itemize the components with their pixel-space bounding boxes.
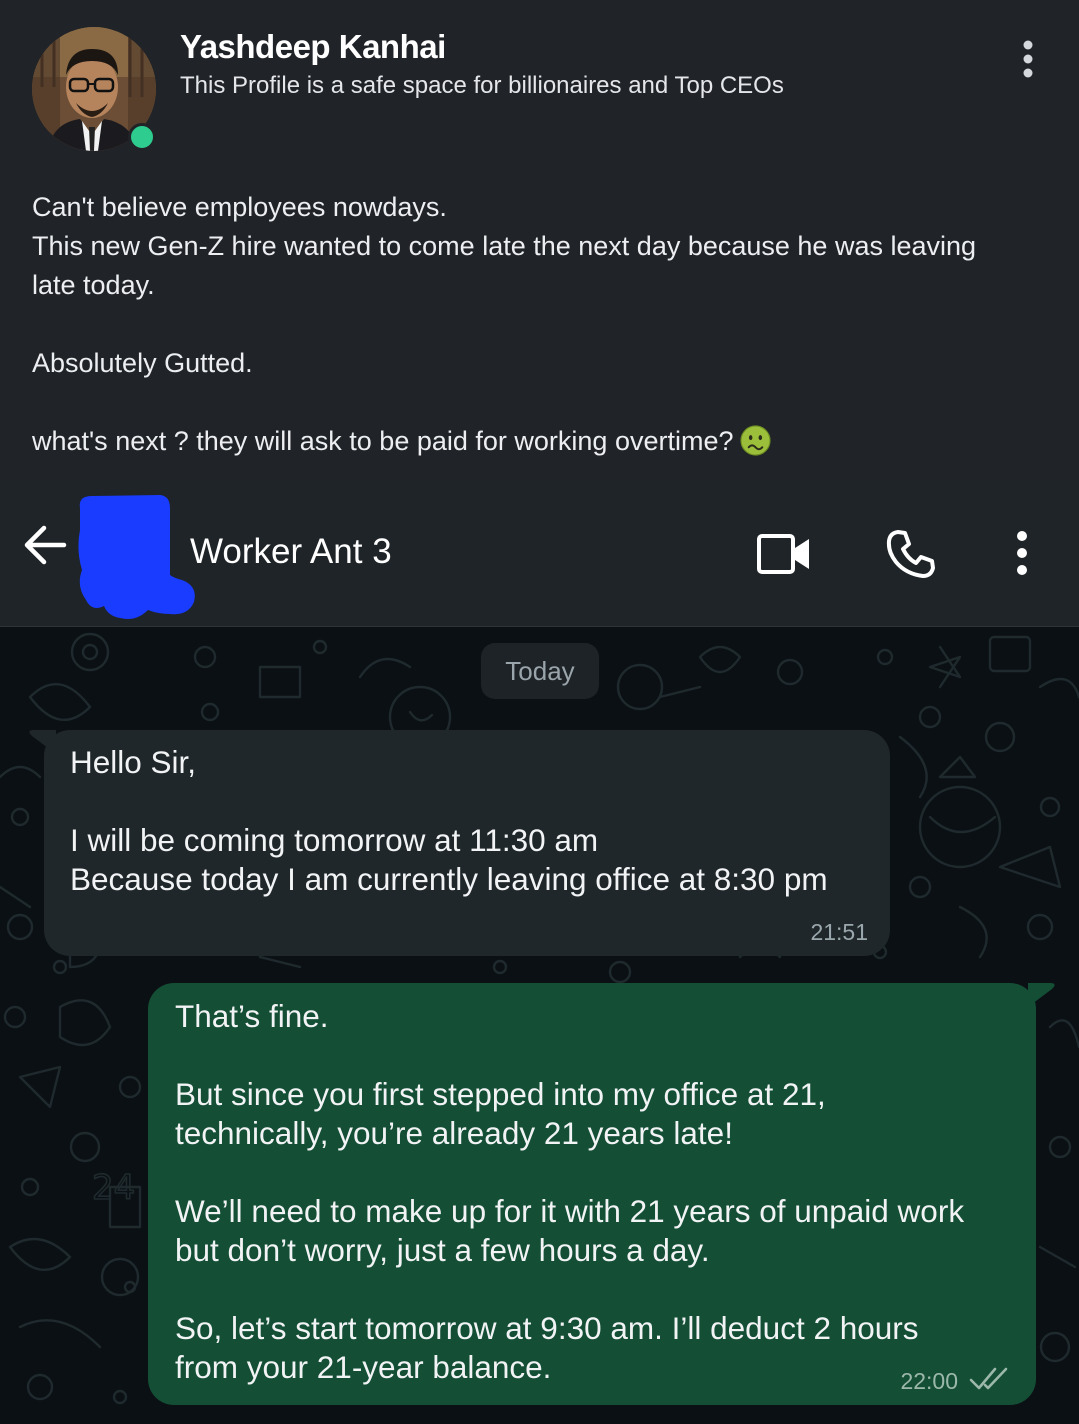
nauseated-face-emoji	[739, 425, 771, 456]
post-line: late today.	[32, 270, 155, 300]
post-more-options-button[interactable]	[1008, 38, 1048, 82]
post-line: Absolutely Gutted.	[32, 348, 253, 378]
more-vertical-icon	[1023, 40, 1033, 78]
message-line: That’s fine.	[175, 998, 329, 1034]
message-timestamp: 21:51	[810, 919, 868, 945]
video-call-button[interactable]	[755, 530, 815, 578]
message-line: from your 21-year balance.	[175, 1349, 552, 1385]
double-check-icon	[969, 1367, 1008, 1390]
message-line: We’ll need to make up for it with 21 yea…	[175, 1193, 965, 1229]
date-separator: Today	[481, 643, 599, 699]
message-line: but don’t worry, just a few hours a day.	[175, 1232, 710, 1268]
message-line: I will be coming tomorrow at 11:30 am	[70, 822, 599, 858]
back-button[interactable]	[20, 520, 70, 570]
outgoing-message[interactable]: That’s fine. But since you first stepped…	[148, 983, 1036, 1405]
svg-text:24: 24	[92, 1168, 135, 1208]
post-body: Can't believe employees nowdays. This ne…	[32, 188, 1042, 461]
redaction-scribble	[78, 495, 195, 619]
message-text: Hello Sir, I will be coming tomorrow at …	[70, 743, 828, 899]
post-line-with-emoji: what's next ? they will ask to be paid f…	[32, 422, 1042, 461]
online-status-indicator	[128, 123, 156, 151]
phone-icon	[886, 530, 935, 578]
message-line: Hello Sir,	[70, 744, 197, 780]
chat-more-options-button[interactable]	[1002, 528, 1042, 578]
author-name[interactable]: Yashdeep Kanhai	[180, 28, 446, 66]
video-call-icon	[757, 534, 809, 574]
post-line: what's next ? they will ask to be paid f…	[32, 426, 734, 456]
author-tagline: This Profile is a safe space for billion…	[180, 72, 784, 99]
social-post: Yashdeep Kanhai This Profile is a safe s…	[0, 0, 1079, 480]
voice-call-button[interactable]	[884, 527, 938, 581]
post-line: Can't believe employees nowdays.	[32, 192, 447, 222]
post-line: This new Gen-Z hire wanted to come late …	[32, 231, 977, 261]
contact-name[interactable]: Worker Ant 3	[190, 532, 392, 572]
message-timestamp: 22:00	[900, 1368, 958, 1394]
chat-area[interactable]: 24 Today Hello Sir, I will be coming tom…	[0, 627, 1079, 1424]
chat-header: Worker Ant 3	[0, 480, 1079, 627]
incoming-message[interactable]: Hello Sir, I will be coming tomorrow at …	[44, 730, 890, 956]
message-line: technically, you’re already 21 years lat…	[175, 1115, 733, 1151]
message-line: But since you first stepped into my offi…	[175, 1076, 826, 1112]
message-text: That’s fine. But since you first stepped…	[175, 997, 964, 1387]
contact-avatar-redacted[interactable]	[70, 490, 200, 625]
message-line: So, let’s start tomorrow at 9:30 am. I’l…	[175, 1310, 919, 1346]
message-line: Because today I am currently leaving off…	[70, 861, 828, 897]
more-vertical-icon	[1017, 531, 1027, 575]
arrow-left-icon	[24, 525, 67, 565]
author-avatar[interactable]	[32, 27, 156, 151]
